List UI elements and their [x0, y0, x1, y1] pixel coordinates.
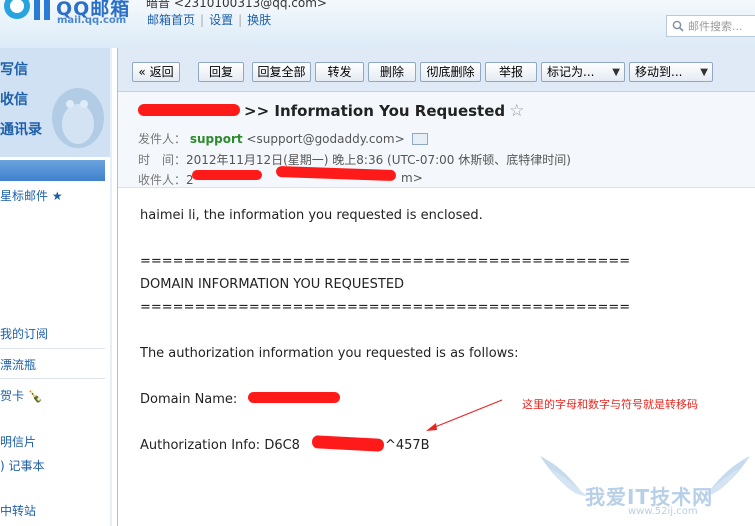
- annotation-note: 这里的字母和数字与符号就是转移码: [522, 398, 698, 411]
- permanent-delete-button[interactable]: 彻底删除: [420, 62, 481, 82]
- move-to-label: 移动到...: [635, 65, 683, 79]
- nav-settings[interactable]: 设置: [209, 13, 233, 27]
- recipient-tail-text: m>: [401, 171, 423, 185]
- search-icon[interactable]: [672, 20, 684, 32]
- reply-all-button[interactable]: 回复全部: [252, 62, 311, 82]
- time-row: 时 间：2012年11月12日(星期一) 晚上8:36 (UTC-07:00 休…: [138, 151, 571, 168]
- compose-link[interactable]: 写信: [0, 59, 28, 79]
- sidebar-border: [110, 48, 112, 526]
- top-nav: 邮箱首页 | 设置 | 换肤: [147, 11, 271, 28]
- reply-button[interactable]: 回复: [198, 62, 244, 82]
- nav-separator: |: [200, 13, 205, 27]
- sidebar-divider: [0, 348, 105, 349]
- left-sidebar: 写信 收信 通讯录 星标邮件 ★ 我的订阅 漂流瓶 贺卡 🍾 明信片 ) 记事本…: [0, 48, 112, 526]
- auth-info-suffix: ^457B: [384, 438, 430, 453]
- mail-subject: >> Information You Requested ☆: [244, 101, 524, 121]
- watermark-url: www.52ij.com: [628, 506, 698, 517]
- recipient-tail: m>: [401, 171, 423, 185]
- redaction-mark: [275, 165, 397, 182]
- nav-change-skin[interactable]: 换肤: [247, 13, 271, 27]
- sidebar-item-starred[interactable]: 星标邮件 ★: [0, 187, 63, 204]
- chevron-down-icon: ▼: [612, 67, 620, 78]
- account-info[interactable]: 暗音 <2310100313@qq.com> ˅: [146, 0, 337, 11]
- mail-search-box[interactable]: [666, 15, 755, 37]
- mail-toolbar: « 返回 回复 回复全部 转发 删除 彻底删除 举报 标记为... ▼ 移动到.…: [118, 48, 755, 92]
- forward-button[interactable]: 转发: [315, 62, 364, 82]
- top-header: QQ邮箱 mail.qq.com 暗音 <2310100313@qq.com> …: [0, 0, 755, 48]
- time-value: 2012年11月12日(星期一) 晚上8:36 (UTC-07:00 休斯顿、底…: [186, 153, 571, 167]
- sender-name[interactable]: support: [190, 132, 243, 146]
- qq-mail-logo-icon[interactable]: [0, 0, 60, 28]
- contact-card-icon[interactable]: [412, 132, 429, 145]
- auth-info-line: Authorization Info: D6C8 ^457B: [140, 438, 430, 453]
- contacts-link[interactable]: 通讯录: [0, 119, 42, 139]
- recipient-row: 收件人：2: [138, 171, 194, 188]
- star-icon[interactable]: ☆: [509, 101, 524, 121]
- sidebar-quick-actions: 写信 收信 通讯录: [0, 48, 111, 157]
- sender-row: 发件人： support <support@godaddy.com>: [138, 130, 429, 147]
- chevron-down-icon: ▼: [700, 67, 708, 78]
- mark-as-label: 标记为...: [547, 65, 595, 79]
- brand-url: mail.qq.com: [57, 15, 127, 26]
- move-to-dropdown[interactable]: 移动到... ▼: [629, 62, 713, 82]
- search-input[interactable]: [688, 18, 754, 34]
- redaction-mark: [248, 392, 340, 403]
- sidebar-item-greeting-card[interactable]: 贺卡 🍾: [0, 387, 43, 404]
- annotation-arrow-icon: [426, 399, 503, 431]
- redaction-mark: [138, 104, 240, 116]
- penguin-mascot-icon: [52, 88, 104, 148]
- report-spam-button[interactable]: 举报: [485, 62, 537, 82]
- body-intro: The authorization information you reques…: [140, 346, 519, 361]
- body-rule-bottom: ========================================…: [140, 300, 631, 315]
- sender-address[interactable]: <support@godaddy.com>: [246, 132, 404, 146]
- body-greeting: haimei li, the information you requested…: [140, 208, 483, 223]
- mark-as-dropdown[interactable]: 标记为... ▼: [541, 62, 625, 82]
- auth-info-prefix: Authorization Info: D6C8: [140, 438, 300, 453]
- inbox-check-link[interactable]: 收信: [0, 89, 28, 109]
- time-label: 时 间：: [138, 153, 187, 167]
- domain-name-label: Domain Name:: [140, 392, 238, 407]
- subject-text: >> Information You Requested: [244, 102, 506, 120]
- to-label: 收件人：: [138, 173, 187, 187]
- back-button[interactable]: « 返回: [132, 62, 180, 82]
- body-heading: DOMAIN INFORMATION YOU REQUESTED: [140, 277, 405, 292]
- from-label: 发件人：: [138, 132, 187, 146]
- nav-mail-home[interactable]: 邮箱首页: [147, 13, 195, 27]
- sidebar-item-postcard[interactable]: 明信片: [0, 433, 36, 450]
- delete-button[interactable]: 删除: [368, 62, 416, 82]
- redaction-mark: [192, 170, 262, 180]
- sidebar-item-transfer-station[interactable]: 中转站: [0, 502, 36, 519]
- nav-separator: |: [238, 13, 243, 27]
- body-rule-top: ========================================…: [140, 254, 631, 269]
- sidebar-divider: [0, 378, 105, 379]
- sidebar-selected-folder[interactable]: [0, 160, 105, 181]
- sidebar-item-drift-bottle[interactable]: 漂流瓶: [0, 356, 36, 373]
- sidebar-item-notepad[interactable]: ) 记事本: [0, 457, 45, 474]
- sidebar-item-subscriptions[interactable]: 我的订阅: [0, 325, 48, 342]
- mail-header: >> Information You Requested ☆ 发件人： suppo…: [118, 92, 755, 188]
